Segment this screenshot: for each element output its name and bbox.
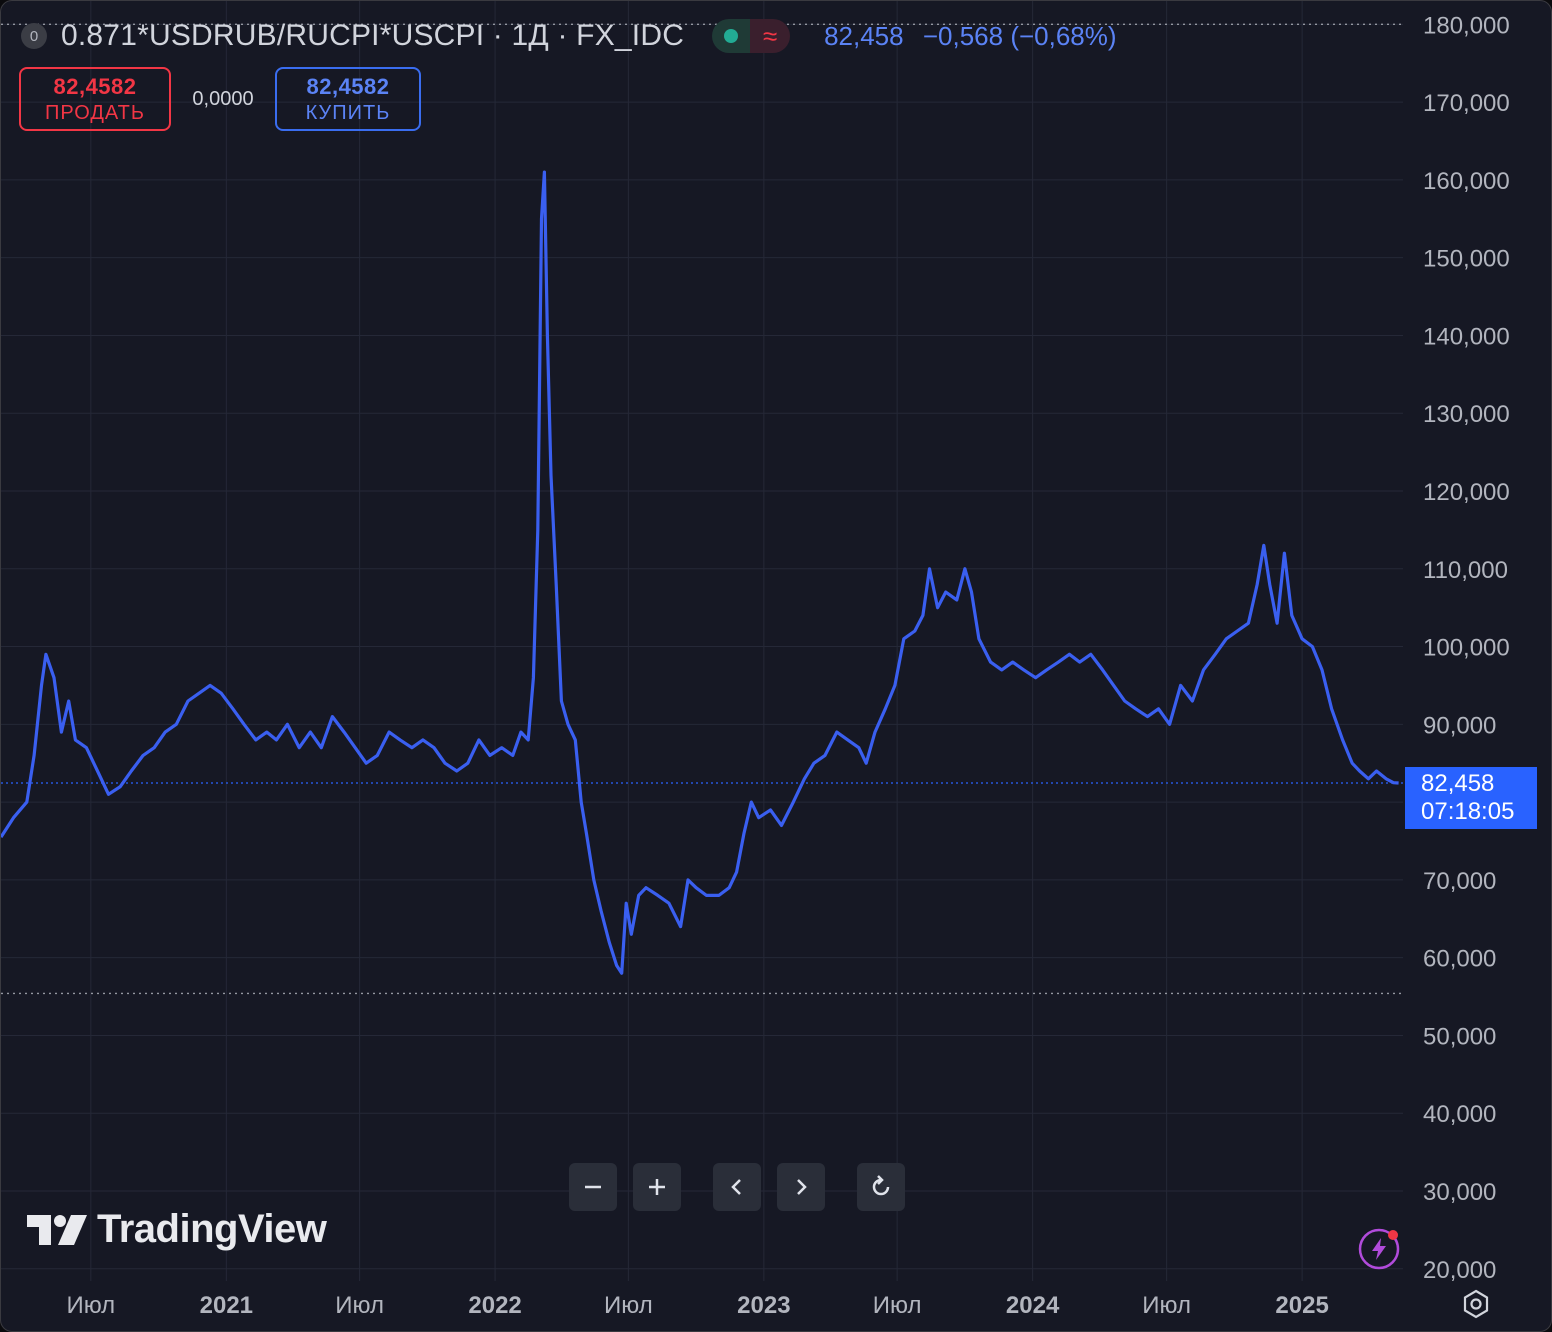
logo-wordmark: TradingView (97, 1207, 327, 1251)
spread-value: 0,0000 (192, 87, 254, 110)
lightning-alert-icon[interactable] (1357, 1227, 1401, 1271)
price-axis-label: 70,000 (1423, 868, 1496, 895)
price-axis-label: 60,000 (1423, 946, 1496, 973)
price-axis-label: 100,000 (1423, 635, 1510, 662)
last-price-tag: 82,45807:18:05 (1405, 766, 1537, 829)
symbol-title[interactable]: 0.871*USDRUB/RUCPI*USCPI · 1Д · FX_IDC (61, 19, 684, 53)
price-axis-label: 150,000 (1423, 246, 1510, 273)
minus-icon (585, 1185, 601, 1189)
zoom-in-button[interactable] (633, 1163, 681, 1211)
price-axis-label: 180,000 (1423, 12, 1510, 39)
reset-chart-button[interactable] (857, 1163, 905, 1211)
last-price-value: 82,458 (824, 20, 904, 51)
price-axis-label: 130,000 (1423, 401, 1510, 428)
market-open-dot-icon (712, 19, 751, 53)
settings-gear-icon[interactable] (1459, 1287, 1493, 1321)
tradingview-mark-icon (27, 1214, 87, 1245)
market-status[interactable]: ≈ (712, 19, 791, 53)
chevron-right-icon (797, 1179, 807, 1195)
reset-icon (872, 1175, 890, 1196)
time-axis-label: Июл (873, 1292, 922, 1319)
sell-price: 82,4582 (53, 73, 137, 99)
time-axis-label: 2024 (1006, 1292, 1060, 1319)
time-axis-label: Июл (1142, 1292, 1191, 1319)
buy-price: 82,4582 (306, 73, 390, 99)
price-axis-label: 140,000 (1423, 323, 1510, 350)
data-delay-icon: ≈ (750, 19, 791, 53)
sell-button[interactable]: 82,4582 ПРОДАТЬ (19, 67, 171, 131)
price-axis-label: 170,000 (1423, 90, 1510, 117)
price-axis-label: 20,000 (1423, 1257, 1496, 1284)
time-axis-label: Июл (335, 1292, 384, 1319)
price-chart[interactable]: 20,000 30,000 40,000 50,000 60,000 70,000 90,0… (1, 1, 1551, 1331)
price-axis-label: 90,000 (1423, 712, 1496, 739)
sell-label: ПРОДАТЬ (44, 101, 146, 124)
price-axis-label: 120,000 (1423, 479, 1510, 506)
price-axis-label: 160,000 (1423, 168, 1510, 195)
last-price-tag-value: 82,458 (1421, 770, 1494, 797)
legend-header: 0 0.871*USDRUB/RUCPI*USCPI · 1Д · FX_IDC… (21, 15, 1117, 57)
last-price-quote: 82,458 −0,568 (−0,68%) (824, 21, 1116, 52)
time-axis-label: 2021 (200, 1292, 253, 1319)
scroll-right-button[interactable] (777, 1163, 825, 1211)
time-axis-label: 2023 (737, 1292, 790, 1319)
time-axis-label: Июл (66, 1292, 115, 1319)
zoom-out-button[interactable] (569, 1163, 617, 1211)
price-axis-label: 30,000 (1423, 1179, 1496, 1206)
bar-countdown: 07:18:05 (1421, 798, 1514, 825)
buy-label: КУПИТЬ (305, 101, 391, 124)
price-axis: 20,000 30,000 40,000 50,000 60,000 70,000 90,0… (1423, 12, 1510, 1283)
chevron-left-icon (731, 1179, 741, 1195)
plus-icon (649, 1179, 665, 1195)
buy-button[interactable]: 82,4582 КУПИТЬ (275, 67, 421, 131)
trade-panel: 82,4582 ПРОДАТЬ 0,0000 82,4582 КУПИТЬ (19, 67, 421, 131)
tradingview-logo[interactable]: TradingView (25, 1207, 327, 1252)
price-axis-label: 40,000 (1423, 1101, 1496, 1128)
price-axis-label: 50,000 (1423, 1023, 1496, 1050)
visibility-badge[interactable]: 0 (21, 23, 47, 49)
price-axis-label: 110,000 (1423, 557, 1508, 584)
price-change-value: −0,568 (−0,68%) (922, 20, 1117, 51)
time-axis: Июл 2021 Июл 2022 Июл 2023 Июл 2024 Июл 2025 (66, 1292, 1328, 1319)
time-axis-label: 2025 (1275, 1292, 1328, 1319)
scroll-left-button[interactable] (713, 1163, 761, 1211)
time-axis-label: 2022 (468, 1292, 521, 1319)
price-series-line[interactable] (1, 170, 1399, 975)
grid-lines (1, 1, 1403, 1281)
chart-window: 20,000 30,000 40,000 50,000 60,000 70,000 90,0… (0, 0, 1552, 1332)
time-axis-label: Июл (604, 1292, 653, 1319)
